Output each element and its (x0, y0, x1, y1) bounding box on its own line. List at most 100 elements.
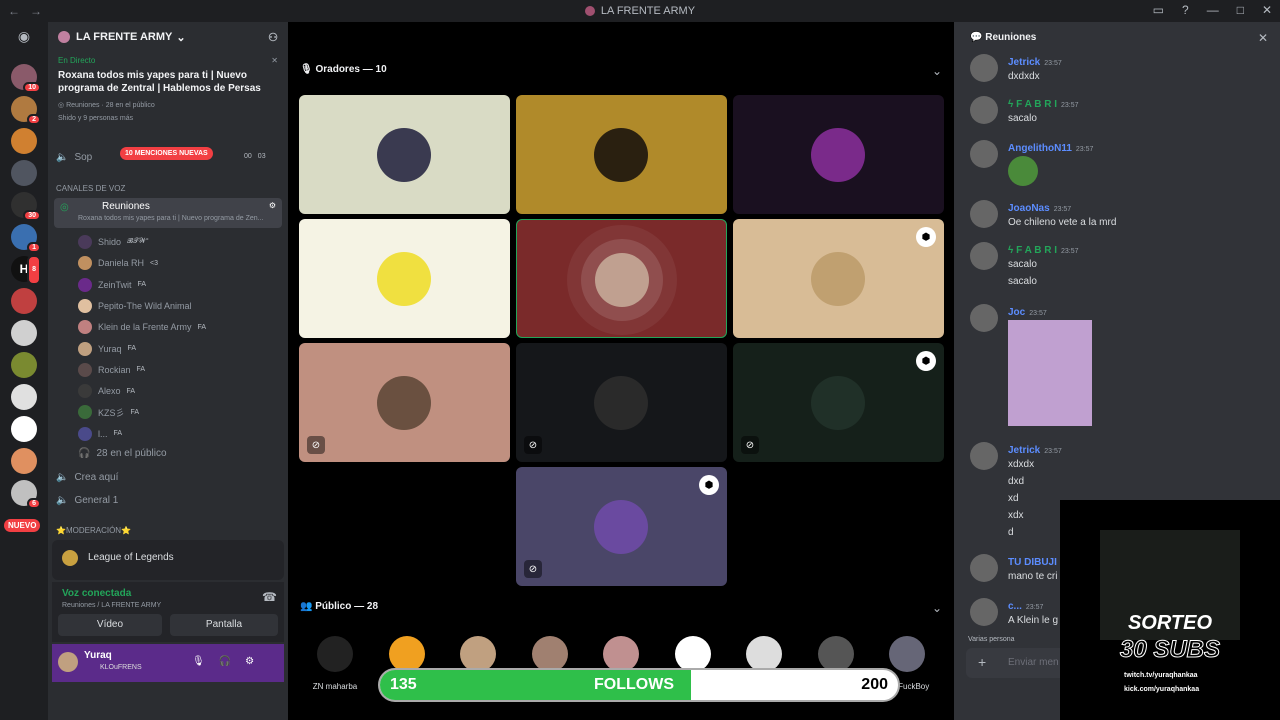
help-icon[interactable]: ? (1182, 3, 1189, 17)
channel-reuniones[interactable]: ◎ Reuniones Roxana todos mis yapes para … (54, 198, 282, 228)
message-author[interactable]: TU DIBUJI (1008, 557, 1057, 568)
settings-icon[interactable]: ⚙ (269, 201, 276, 210)
guild-icon[interactable] (11, 448, 37, 474)
voice-user[interactable]: Alexo FA (78, 384, 135, 399)
avatar[interactable] (970, 242, 998, 270)
live-speakers: Shido y 9 personas más (58, 115, 134, 122)
public-header: Público — 28 (315, 601, 379, 612)
activity-card[interactable]: League of Legends (52, 540, 284, 580)
voice-user[interactable]: Klein de la Frente Army FA (78, 320, 206, 335)
message-author[interactable]: Jetrick (1008, 445, 1040, 456)
guild-icon[interactable]: H8 (11, 255, 41, 285)
speaker-tile[interactable] (299, 95, 510, 214)
moderation-category[interactable]: ⭐MODERACIÓN⭐ (56, 526, 131, 535)
back-arrow-icon[interactable]: ← (8, 4, 20, 18)
voice-user-name: KZS彡 (98, 407, 125, 418)
message-text: sacalo (1008, 276, 1037, 287)
message-time: 23:57 (1053, 206, 1072, 213)
avatar (78, 341, 92, 356)
speaker-tile[interactable] (733, 95, 944, 214)
avatar[interactable] (970, 140, 998, 168)
avatar[interactable] (970, 96, 998, 124)
settings-icon[interactable]: ⚙ (245, 656, 254, 667)
guild-icon[interactable] (11, 416, 37, 442)
speaker-tile[interactable]: ⬢ (733, 219, 944, 338)
speaker-tile[interactable] (516, 95, 727, 214)
minimize-icon[interactable]: — (1207, 3, 1219, 17)
guild-icon[interactable] (11, 288, 37, 314)
voice-user[interactable]: KZS彡 FA (78, 405, 139, 420)
avatar[interactable] (970, 54, 998, 82)
guild-icon[interactable]: 10 (11, 64, 41, 93)
message-author[interactable]: Jetrick (1008, 57, 1040, 68)
twitch-link: twitch.tv/yuraqhankaa (1124, 672, 1198, 679)
avatar[interactable] (58, 652, 78, 672)
avatar[interactable] (970, 304, 998, 332)
channel-sop[interactable]: Sop (74, 152, 92, 163)
voice-user[interactable]: ZeinTwit FA (78, 277, 146, 292)
mentions-badge[interactable]: 10 MENCIONES NUEVAS (120, 147, 213, 160)
maximize-icon[interactable]: □ (1237, 3, 1244, 17)
guild-icon[interactable] (11, 128, 37, 154)
chevron-down-icon[interactable]: ⌄ (932, 601, 942, 615)
voice-user-name: Pepito-The Wild Animal (98, 300, 192, 311)
speaker-tile[interactable]: ⬢ ⊘ (733, 343, 944, 462)
message-author[interactable]: AngelithoN11 (1008, 143, 1072, 154)
guild-icon[interactable]: 2 (11, 96, 41, 125)
audience-member[interactable]: ZN maharba (300, 636, 370, 691)
avatar[interactable] (970, 554, 998, 582)
speaker-tile[interactable] (299, 219, 510, 338)
close-icon[interactable]: ✕ (271, 56, 278, 65)
voice-user[interactable]: Shido 𝓑𝓣𝓦° (78, 235, 149, 249)
message-author[interactable]: ϟ F A B R I (1008, 99, 1057, 110)
add-icon[interactable]: + (978, 654, 986, 670)
video-button[interactable]: Vídeo (58, 614, 162, 636)
server-header[interactable]: LA FRENTE ARMY ⌄ ⚇ (48, 22, 288, 52)
avatar[interactable] (970, 200, 998, 228)
headphones-icon[interactable]: 🎧 (219, 656, 231, 667)
avatar[interactable] (970, 442, 998, 470)
voice-user[interactable]: l... FA (78, 426, 122, 441)
discord-home-icon[interactable]: ◉ (12, 28, 36, 48)
screen-share-button[interactable]: Pantalla (170, 614, 278, 636)
message-author[interactable]: JoaoNas (1008, 203, 1050, 214)
chat-bubble-icon: 💬 (970, 32, 986, 43)
speaker-tile[interactable]: ⊘ (299, 343, 510, 462)
microphone-icon[interactable]: 🎙 (192, 656, 205, 667)
guild-icon[interactable] (11, 352, 37, 378)
speaker-tile[interactable]: ⊘ (516, 343, 727, 462)
guild-icon[interactable] (11, 320, 37, 346)
voice-user[interactable]: Pepito-The Wild Animal (78, 298, 198, 313)
chat-message: ϟ F A B R I 23:57 sacalo (970, 96, 1270, 127)
server-logo-icon (58, 31, 70, 43)
game-name: League of Legends (88, 552, 174, 563)
voice-user[interactable]: Rockian FA (78, 362, 145, 377)
guild-icon[interactable] (11, 160, 37, 186)
guild-icon[interactable] (11, 384, 37, 410)
message-image[interactable] (1008, 320, 1092, 426)
channel-crea[interactable]: Crea aquí (74, 472, 118, 483)
voice-category[interactable]: CANALES DE VOZ (56, 184, 125, 193)
guild-icon[interactable]: 30 (11, 192, 41, 221)
message-author[interactable]: ϟ F A B R I (1008, 245, 1057, 256)
close-window-icon[interactable]: ✕ (1262, 3, 1272, 17)
speaker-tile[interactable]: ⬢ ⊘ (516, 467, 727, 586)
voice-user[interactable]: Yuraq FA (78, 341, 136, 356)
avatar (460, 636, 496, 672)
voice-user-name: Shido (98, 237, 122, 247)
channel-general[interactable]: General 1 (74, 495, 118, 506)
message-author[interactable]: c... (1008, 601, 1022, 612)
message-author[interactable]: Joc (1008, 307, 1025, 318)
guild-icon[interactable]: 1 (11, 224, 41, 253)
avatar[interactable] (970, 598, 998, 626)
voice-user[interactable]: Daniela RH <3 (78, 256, 158, 271)
chevron-down-icon[interactable]: ⌄ (932, 64, 942, 78)
forward-arrow-icon[interactable]: → (30, 4, 42, 18)
close-icon[interactable]: ✕ (1258, 31, 1268, 45)
inbox-icon[interactable]: ▭ (1153, 3, 1164, 17)
add-member-icon[interactable]: ⚇ (268, 31, 278, 44)
guild-icon[interactable]: 6 (11, 480, 41, 509)
disconnect-icon[interactable]: ☎ (262, 590, 277, 604)
speaker-tile-active[interactable] (516, 219, 727, 338)
avatar (78, 256, 92, 271)
